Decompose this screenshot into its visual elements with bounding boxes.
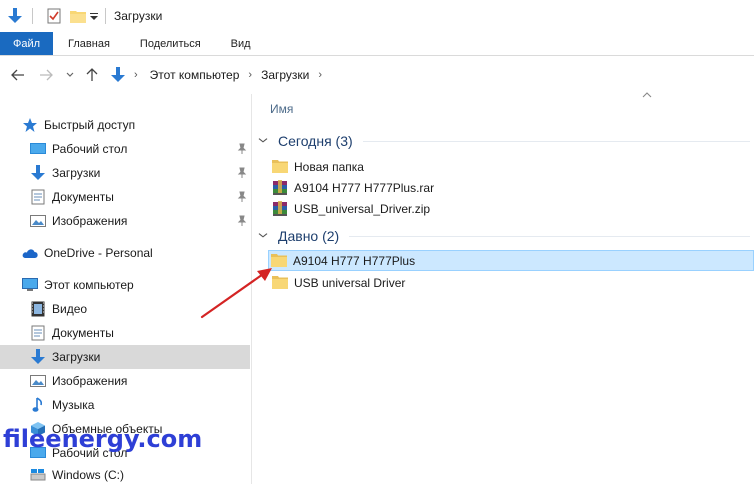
downloads-icon [30,165,46,181]
sidebar-item-label: Загрузки [52,350,101,364]
sidebar-item-documents[interactable]: Документы [0,185,250,209]
pin-icon[interactable] [236,191,248,203]
tab-file[interactable]: Файл [0,32,54,55]
forward-button[interactable] [35,64,57,86]
file-name: USB universal Driver [294,275,406,290]
chevron-down-icon[interactable] [258,136,272,146]
sidebar-item-drive-c[interactable]: Windows (C:) [0,465,250,484]
breadcrumb-this-pc[interactable]: Этот компьютер [150,68,240,82]
recent-locations-chevron-icon[interactable] [59,64,81,86]
pin-icon[interactable] [236,143,248,155]
sidebar-item-label: OneDrive - Personal [44,246,153,260]
sidebar-item-documents-pc[interactable]: Документы [0,321,250,345]
file-name: A9104 H777 H777Plus.rar [294,180,435,195]
quick-access-toolbar [0,0,99,32]
pin-icon[interactable] [236,215,248,227]
sidebar-item-pictures[interactable]: Изображения [0,209,250,233]
computer-icon [22,277,38,293]
folder-icon [272,159,288,175]
tab-view[interactable]: Вид [216,32,266,55]
sidebar-item-label: Быстрый доступ [44,118,136,132]
toolbar-separator [32,8,33,24]
zip-archive-icon [272,200,288,217]
list-item[interactable]: USB_universal_Driver.zip [270,198,752,219]
tab-share[interactable]: Поделиться [125,32,216,55]
list-item[interactable]: A9104 H777 H777Plus.rar [270,177,752,198]
chevron-right-icon[interactable]: › [248,69,252,81]
sidebar-item-music[interactable]: Музыка [0,393,250,417]
group-separator [362,140,750,142]
sidebar-item-label: Видео [52,302,88,316]
file-list: Имя Сегодня (3) Новая папка A9104 H777 H… [252,92,754,484]
group-header-earlier[interactable]: Давно (2) [258,225,750,247]
sidebar-item-downloads-pc[interactable]: Загрузки [0,345,250,369]
chevron-down-icon[interactable] [258,231,272,241]
window-title: Загрузки [114,9,163,23]
list-item[interactable]: Новая папка [270,156,752,177]
list-item-selected[interactable]: A9104 H777 H777Plus [268,250,754,271]
sidebar-item-pictures-pc[interactable]: Изображения [0,369,250,393]
tab-home[interactable]: Главная [53,32,125,55]
star-icon [22,117,38,133]
sidebar-item-label: Этот компьютер [44,278,134,292]
rar-archive-icon [272,179,288,196]
file-name: USB_universal_Driver.zip [294,201,431,216]
sidebar-item-label: Документы [52,190,114,204]
cloud-icon [22,245,38,261]
customize-toolbar-icon[interactable] [89,7,99,25]
sidebar-item-label: Рабочий стол [52,142,128,156]
video-icon [30,301,46,317]
group-label: Сегодня (3) [278,133,353,149]
sidebar-item-quick-access[interactable]: Быстрый доступ [0,113,250,137]
chevron-right-icon[interactable]: › [318,69,322,81]
column-header-name[interactable]: Имя [270,102,293,116]
pictures-icon [30,213,46,229]
sidebar-item-downloads[interactable]: Загрузки [0,161,250,185]
music-note-icon [30,397,46,413]
sidebar-item-label: Документы [52,326,114,340]
up-button[interactable] [81,64,103,86]
ribbon-tabs: Файл Главная Поделиться Вид [0,32,754,56]
new-folder-icon[interactable] [69,7,87,25]
address-field[interactable]: › Этот компьютер › Загрузки › [106,63,754,87]
back-button[interactable] [7,64,29,86]
downloads-icon [30,349,46,365]
documents-icon [30,325,46,341]
list-item[interactable]: USB universal Driver [270,272,752,293]
sidebar-item-label: Windows (C:) [52,467,125,482]
file-name: A9104 H777 H777Plus [293,253,416,268]
watermark-text: fileenergy.com [3,425,203,453]
download-arrow-icon[interactable] [6,7,24,25]
group-header-today[interactable]: Сегодня (3) [258,130,750,152]
breadcrumb-downloads[interactable]: Загрузки [261,68,309,82]
sidebar-item-label: Изображения [52,374,128,388]
sidebar-item-label: Музыка [52,398,95,412]
properties-icon[interactable] [45,7,63,25]
pin-icon[interactable] [236,167,248,179]
sidebar-item-label: Загрузки [52,166,101,180]
title-separator [105,8,106,24]
downloads-icon [110,67,126,83]
title-bar: Загрузки [0,0,754,32]
sidebar-item-desktop[interactable]: Рабочий стол [0,137,250,161]
navigation-bar: › Этот компьютер › Загрузки › [0,56,754,94]
sidebar-item-label: Изображения [52,214,128,228]
drive-icon [30,467,46,483]
desktop-icon [30,141,46,157]
group-separator [349,235,750,237]
sort-ascending-icon [642,90,652,101]
annotation-arrow-icon [200,268,272,319]
group-label: Давно (2) [278,228,340,244]
documents-icon [30,189,46,205]
chevron-right-icon[interactable]: › [134,69,138,81]
file-name: Новая папка [294,159,364,174]
pictures-icon [30,373,46,389]
